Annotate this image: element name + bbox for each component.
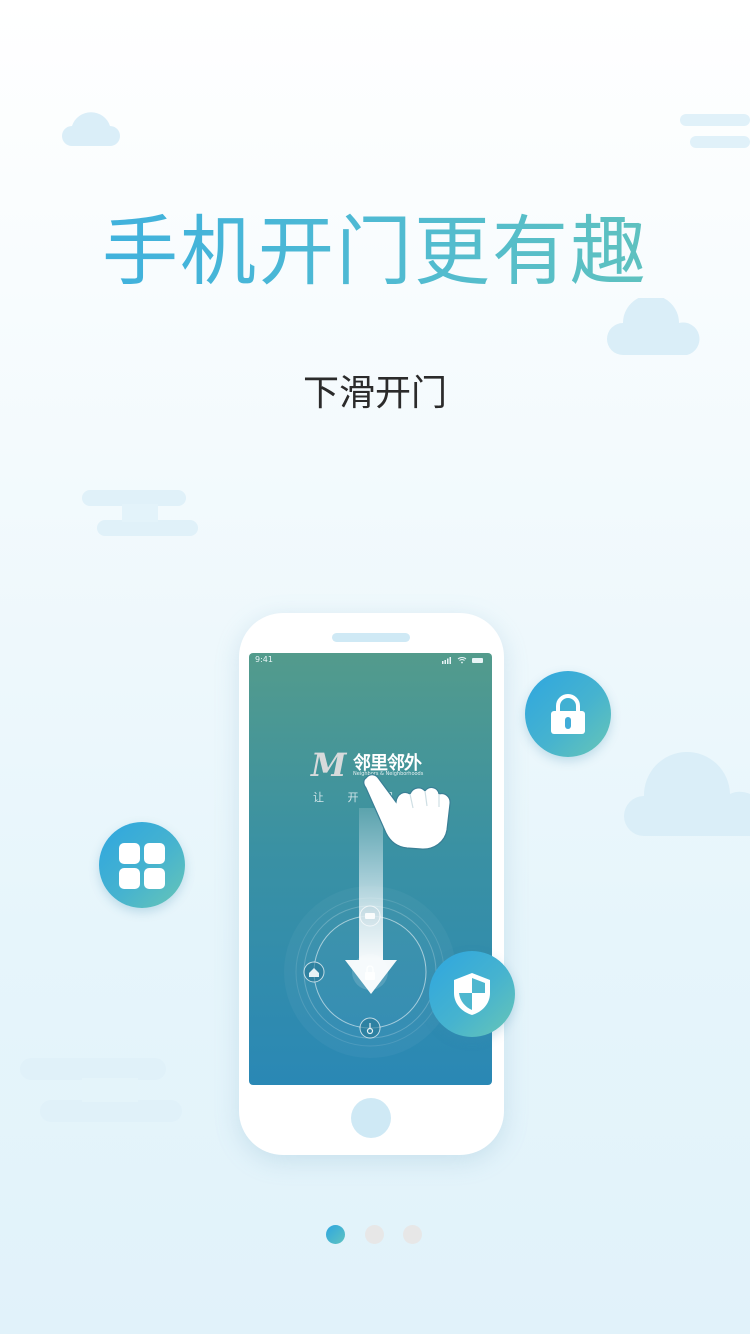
- dial-key-icon: [359, 1017, 381, 1039]
- page-title: 手机开门更有趣: [0, 190, 750, 300]
- cloud-right-lower: [624, 752, 750, 836]
- cloud-bars-left: [82, 490, 198, 538]
- phone-speaker: [332, 633, 410, 642]
- page-dot-3[interactable]: [403, 1225, 422, 1244]
- cloud-bars-top-right: [680, 114, 750, 148]
- page-dot-2[interactable]: [365, 1225, 384, 1244]
- page-subtitle: 下滑开门: [302, 373, 447, 414]
- brand-logo-mark: M: [311, 746, 346, 784]
- dial-home-icon: [303, 961, 325, 983]
- app-grid-icon: [119, 843, 165, 889]
- cloud-right-upper: [607, 298, 700, 355]
- cloud-bars-bottom-left: [20, 1058, 182, 1124]
- status-icons: [442, 656, 486, 666]
- page-dot-1[interactable]: [326, 1225, 345, 1244]
- pagination-dots[interactable]: [326, 1225, 424, 1245]
- lock-feature-badge: [525, 671, 611, 757]
- phone-illustration: 9:41 M 邻里邻外 Neighbors & Neighborhoods 让 …: [239, 613, 504, 1155]
- lock-icon: [551, 694, 585, 734]
- apps-feature-badge: [99, 822, 185, 908]
- status-time: 9:41: [255, 655, 273, 664]
- cloud-top-left: [62, 112, 120, 146]
- phone-home-button: [351, 1098, 391, 1138]
- phone-status-bar: 9:41: [255, 655, 486, 669]
- shield-feature-badge: [429, 951, 515, 1037]
- shield-icon: [454, 973, 490, 1015]
- hand-pointer-icon: [363, 774, 451, 850]
